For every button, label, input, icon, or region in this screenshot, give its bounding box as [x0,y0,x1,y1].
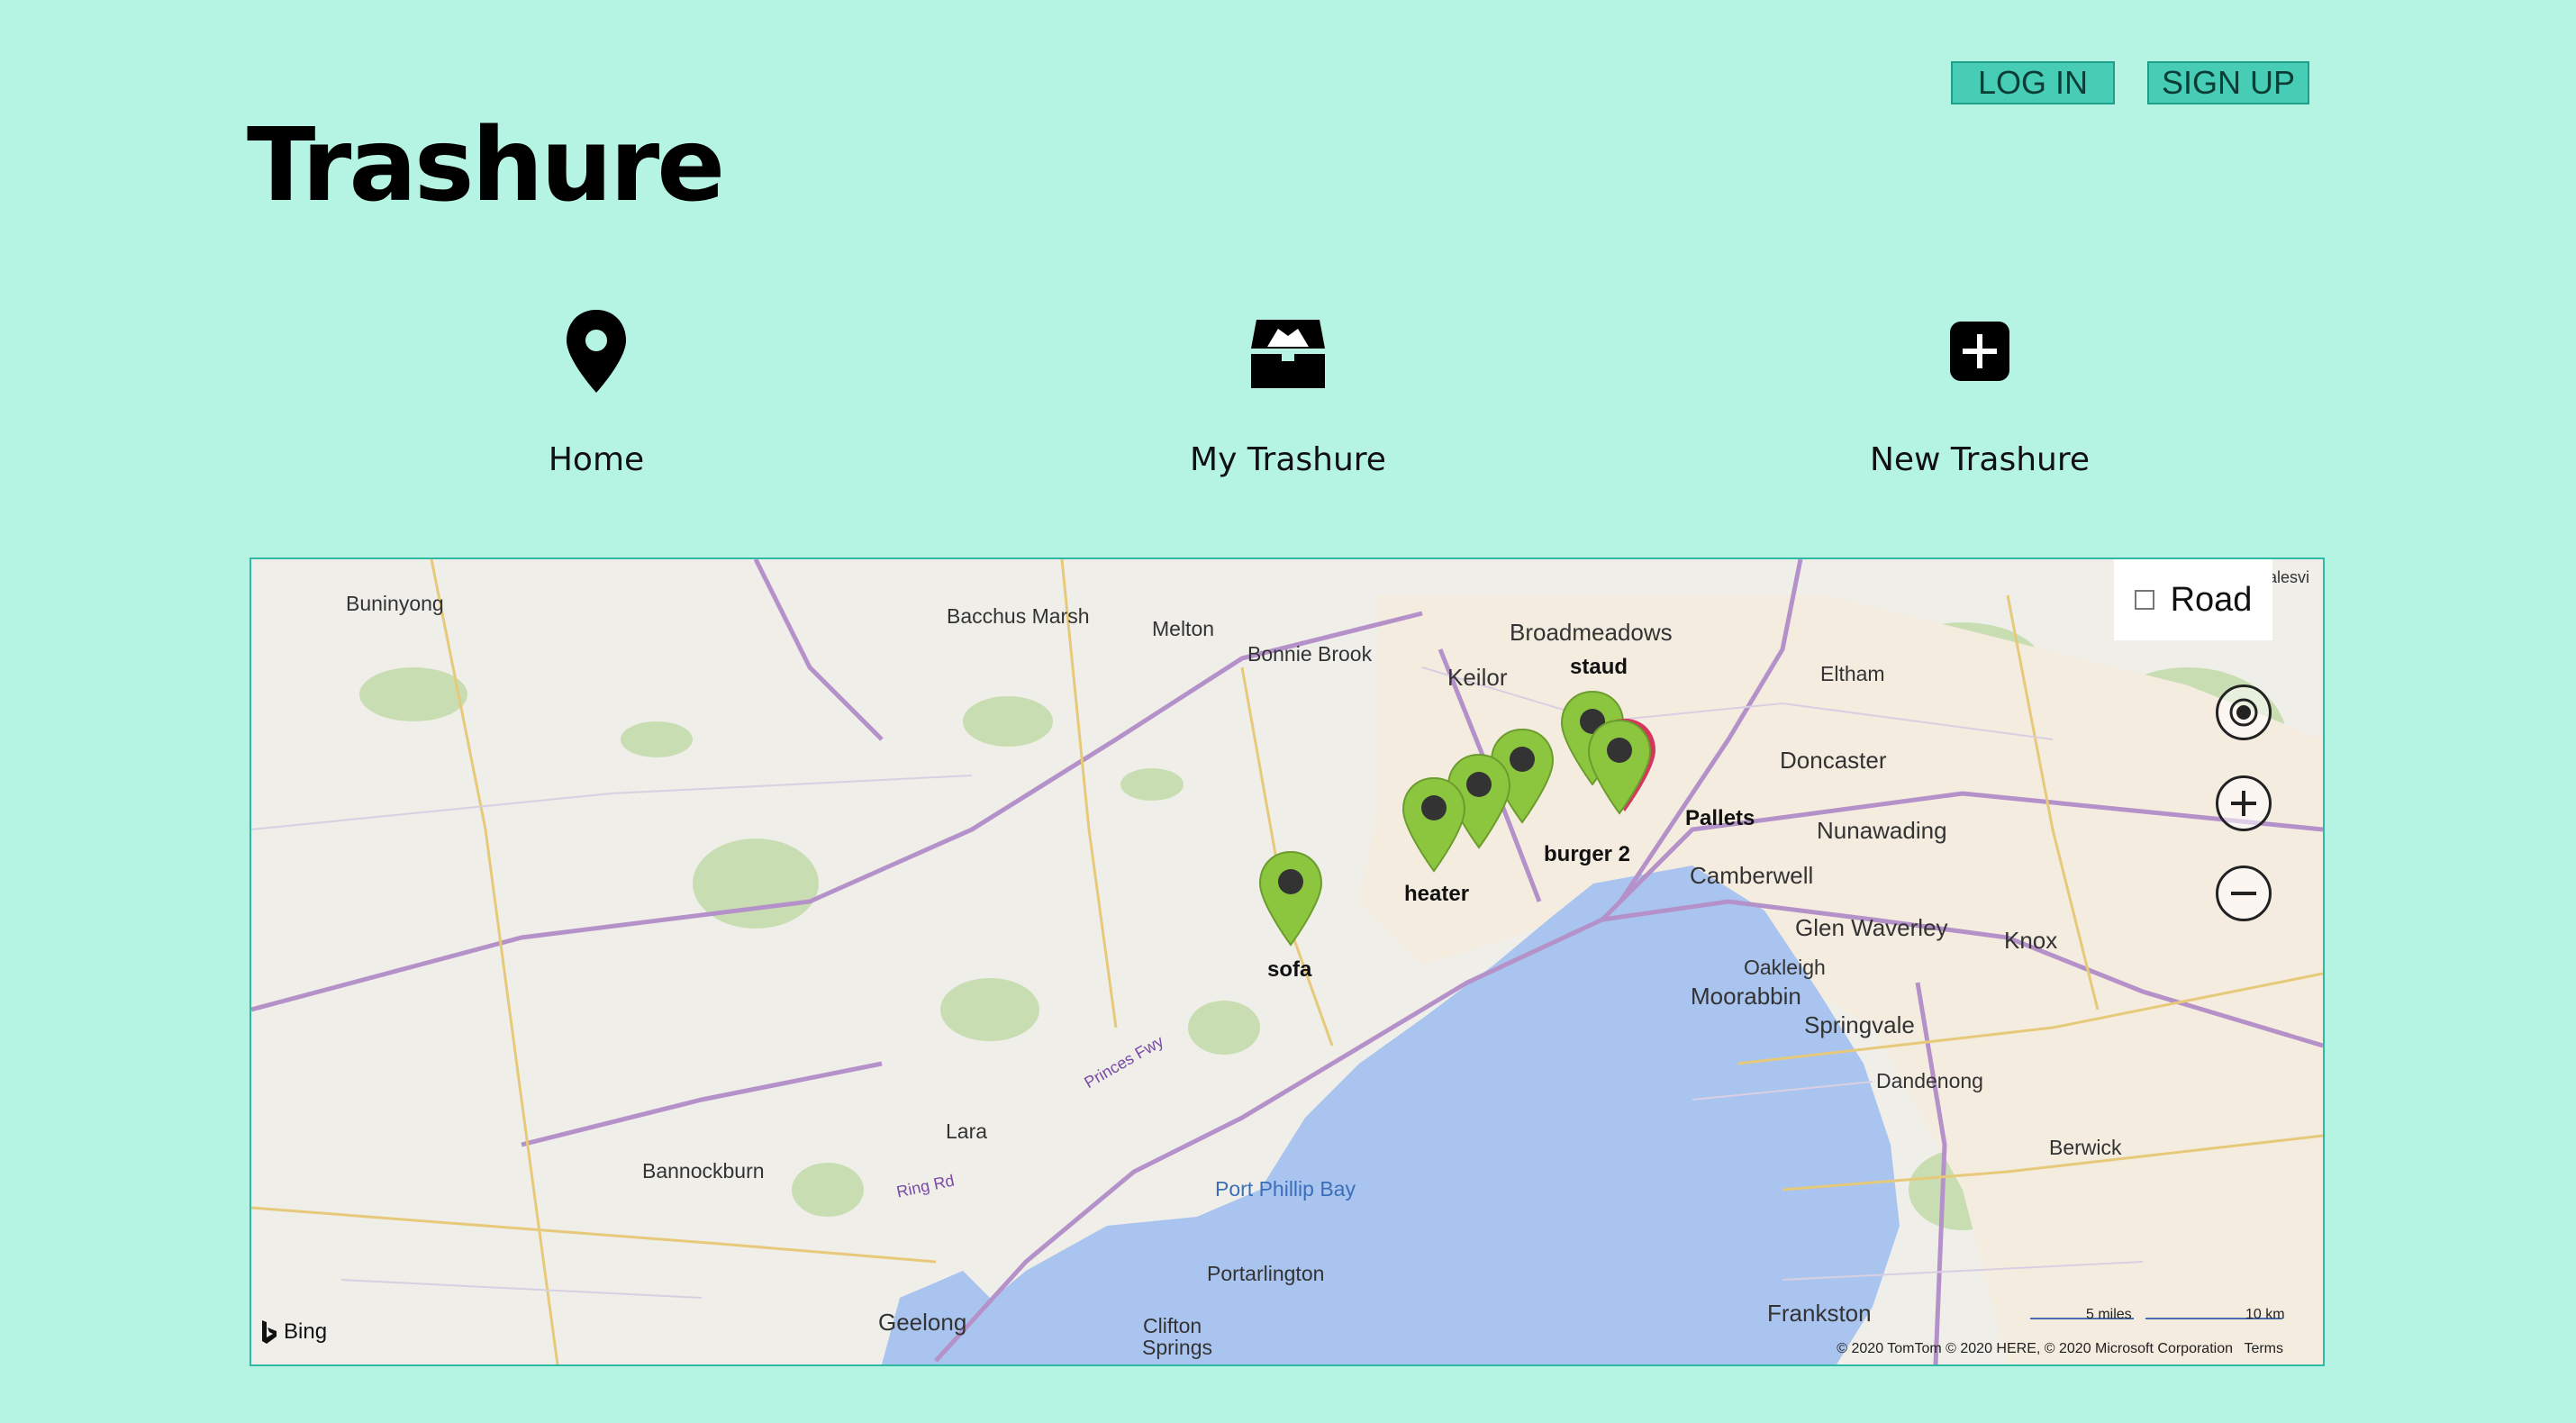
place-label: Knox [2004,927,2058,954]
terms-link[interactable]: Terms [2244,1341,2283,1356]
map-style-label: Road [2170,580,2253,619]
treasure-chest-icon [1108,306,1468,396]
bing-logo[interactable]: Bing [260,1319,327,1345]
map[interactable]: Buninyong Bacchus Marsh Melton Bonnie Br… [249,557,2325,1366]
place-label: Springs [1142,1336,1212,1359]
nav-new-trashure[interactable]: New Trashure [1800,306,2160,478]
zoom-out-button[interactable] [2216,866,2272,921]
signup-button[interactable]: SIGN UP [2147,61,2309,104]
place-label: Keilor [1447,664,1508,691]
plus-square-icon [1800,306,2160,396]
zoom-in-button[interactable] [2216,775,2272,831]
place-label: Bacchus Marsh [947,604,1090,628]
locate-icon [2229,698,2258,727]
map-pin-marker[interactable] [1257,849,1324,948]
place-label: Glen Waverley [1795,914,1948,941]
place-label: Dandenong [1876,1069,1983,1092]
place-label: Berwick [2049,1136,2122,1159]
map-pin-marker[interactable] [1401,775,1467,875]
place-label: Oakleigh [1744,956,1826,979]
place-label: Bonnie Brook [1247,642,1373,666]
pin-label: burger 2 [1544,842,1631,866]
scale-km: 10 km [2245,1307,2285,1322]
login-button[interactable]: LOG IN [1951,61,2115,104]
place-label: Portarlington [1207,1262,1325,1285]
copyright-text: © 2020 TomTom © 2020 HERE, © 2020 Micros… [1837,1341,2233,1356]
place-label: Moorabbin [1691,983,1801,1010]
place-label: Melton [1152,617,1215,640]
place-label: Doncaster [1780,747,1887,774]
map-pin-marker[interactable] [1586,718,1653,817]
nav-home[interactable]: Home [416,306,776,478]
nav-my-trashure[interactable]: My Trashure [1108,306,1468,478]
map-copyright: © 2020 TomTom © 2020 HERE, © 2020 Micros… [1837,1341,2283,1357]
nav-new-trashure-label: New Trashure [1869,441,2091,478]
bing-icon [262,1320,277,1344]
nav-my-trashure-label: My Trashure [1190,441,1386,478]
place-label: Lara [946,1119,988,1143]
place-label: Clifton [1143,1314,1202,1337]
pin-label: Pallets [1685,806,1755,830]
app-title: Trashure [247,107,725,224]
place-label: Nunawading [1817,817,1947,844]
pin-label: staud [1570,655,1628,679]
place-label: Camberwell [1690,862,1814,889]
pin-label: heater [1404,882,1470,906]
scale-miles: 5 miles [2086,1307,2132,1322]
locate-me-button[interactable] [2216,684,2272,740]
map-pin-icon [416,306,776,396]
place-label: Broadmeadows [1510,619,1673,646]
plus-icon [2231,791,2256,816]
map-style-selector[interactable]: Road [2114,559,2272,640]
place-label: Eltham [1820,662,1885,685]
pin-label: sofa [1267,957,1312,982]
place-label: Bannockburn [642,1159,765,1183]
place-label: Frankston [1767,1300,1872,1327]
nav-home-label: Home [548,441,645,478]
place-label: Buninyong [346,592,444,615]
place-label: Springvale [1804,1011,1915,1038]
bing-label: Bing [284,1319,328,1344]
minus-icon [2231,892,2256,895]
map-style-icon [2134,590,2154,610]
place-label: Port Phillip Bay [1215,1177,1356,1201]
place-label: Geelong [878,1309,967,1336]
